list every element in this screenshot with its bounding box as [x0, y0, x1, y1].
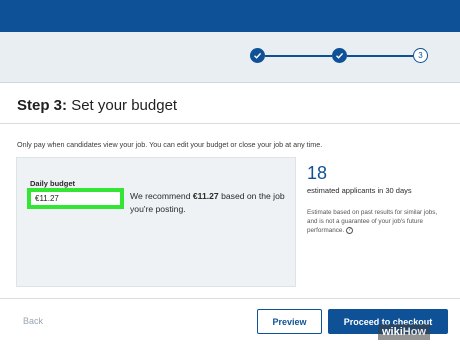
- checkmark-icon: [336, 52, 344, 59]
- page-title: Step 3: Set your budget: [17, 97, 177, 114]
- back-link[interactable]: Back: [23, 316, 43, 326]
- daily-budget-input[interactable]: [27, 188, 124, 209]
- divider: [0, 123, 460, 124]
- daily-budget-label: Daily budget: [30, 179, 76, 188]
- step-connector: [347, 55, 413, 57]
- watermark-part2: How: [402, 326, 427, 338]
- step-number: 3: [418, 51, 423, 60]
- step-connector: [265, 55, 332, 57]
- footer-divider: [0, 298, 460, 299]
- recommendation-text: We recommend €11.27 based on the job you…: [130, 190, 290, 216]
- estimate-note-text: Estimate based on past results for simil…: [307, 209, 438, 234]
- step-1-complete: [250, 48, 265, 63]
- checkmark-icon: [254, 52, 262, 59]
- step-prefix: Step 3:: [17, 97, 68, 114]
- title-text: Set your budget: [71, 97, 178, 114]
- recommend-amount: €11.27: [192, 191, 219, 201]
- step-3-current: 3: [413, 48, 428, 63]
- top-nav-bar: [0, 0, 460, 32]
- preview-button[interactable]: Preview: [257, 309, 322, 334]
- watermark-part1: wiki: [382, 326, 403, 338]
- question-icon[interactable]: ?: [345, 226, 353, 234]
- applicants-label: estimated applicants in 30 days: [307, 186, 412, 195]
- budget-card: Step 3: Set your budget Only pay when ca…: [0, 82, 460, 345]
- info-text: Only pay when candidates view your job. …: [17, 140, 323, 149]
- wikihow-watermark: wikiHow: [378, 324, 431, 340]
- step-2-complete: [332, 48, 347, 63]
- progress-stepper: 3: [0, 32, 460, 82]
- budget-panel: Daily budget We recommend €11.27 based o…: [16, 157, 296, 287]
- applicants-count: 18: [307, 163, 328, 183]
- recommend-prefix: We recommend: [130, 191, 193, 201]
- estimate-disclaimer: Estimate based on past results for simil…: [307, 208, 447, 235]
